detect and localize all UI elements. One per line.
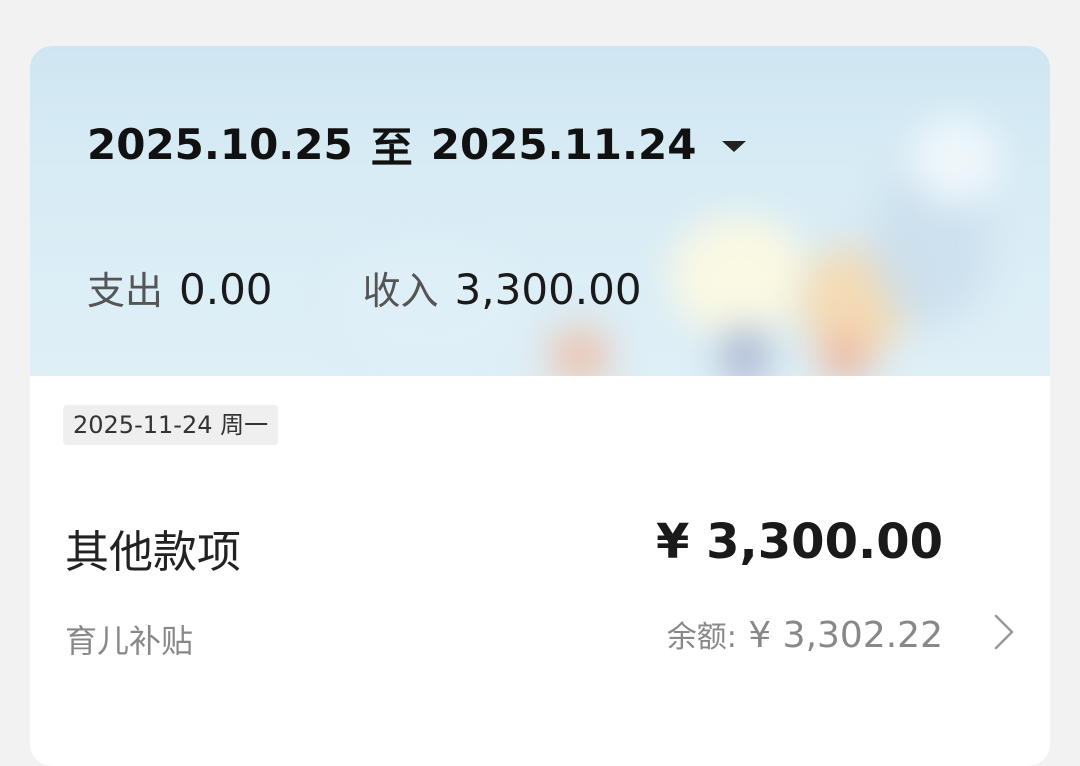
income-value: 3,300.00: [454, 265, 642, 314]
transaction-title: 其他款项: [65, 527, 241, 578]
statement-card: 2025.10.25 至 2025.11.24 支出 0.00 收入 3,300…: [30, 46, 1050, 766]
end-date: 2025.11.24: [430, 120, 697, 169]
transaction-note: 育儿补贴: [65, 622, 194, 660]
chevron-right-icon[interactable]: [992, 612, 1016, 652]
balance-label: 余额:: [666, 620, 737, 655]
income-label: 收入: [362, 269, 439, 313]
banner-decoration: [910, 116, 1000, 206]
banner-decoration: [720, 326, 770, 376]
period-summary: 支出 0.00 收入 3,300.00: [87, 260, 642, 315]
caret-down-icon[interactable]: [722, 141, 747, 152]
expense-value: 0.00: [179, 265, 273, 314]
banner-decoration: [670, 216, 810, 336]
transaction-amount: ¥ 3,300.00: [656, 514, 943, 570]
start-date: 2025.10.25: [87, 120, 353, 169]
date-range-selector[interactable]: 2025.10.25 至 2025.11.24: [87, 114, 747, 175]
header-banner: 2025.10.25 至 2025.11.24 支出 0.00 收入 3,300…: [30, 46, 1050, 376]
transaction-balance: 余额: ¥ 3,302.22: [667, 612, 943, 656]
day-group-date: 2025-11-24 周一: [63, 405, 279, 445]
banner-decoration: [550, 326, 610, 376]
balance-value: ¥ 3,302.22: [748, 615, 943, 656]
range-separator: 至: [370, 123, 413, 172]
expense-label: 支出: [87, 269, 164, 313]
